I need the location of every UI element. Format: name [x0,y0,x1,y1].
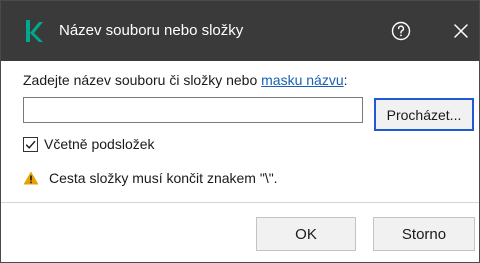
warning-message: Cesta složky musí končit znakem "\". [23,169,278,187]
name-prompt: Zadejte název souboru či složky nebo mas… [23,71,348,89]
include-subfolders-label: Včetně podsložek [44,136,155,152]
help-circle-icon [391,21,411,41]
warning-triangle-icon [23,171,39,185]
checkmark-icon [25,140,36,149]
dialog-window: Název souboru nebo složky Zadejte název … [0,0,480,263]
cancel-button[interactable]: Storno [373,217,475,251]
include-subfolders-checkbox-row[interactable]: Včetně podsložek [23,135,155,153]
prompt-suffix: : [343,72,348,88]
kaspersky-k-icon [26,20,43,42]
help-button[interactable] [389,19,413,43]
warning-text: Cesta složky musí končit znakem "\". [49,170,278,186]
file-name-input[interactable] [23,97,363,123]
prompt-prefix: Zadejte název souboru či složky nebo [23,72,262,88]
include-subfolders-checkbox[interactable] [23,136,38,152]
close-button[interactable] [451,21,471,41]
titlebar: Název souboru nebo složky [1,1,479,61]
footer-divider [1,202,479,203]
ok-button[interactable]: OK [256,217,356,251]
browse-button[interactable]: Procházet... [374,98,474,131]
close-icon [454,24,468,38]
name-mask-link[interactable]: masku názvu [261,72,343,88]
dialog-title: Název souboru nebo složky [59,22,244,39]
